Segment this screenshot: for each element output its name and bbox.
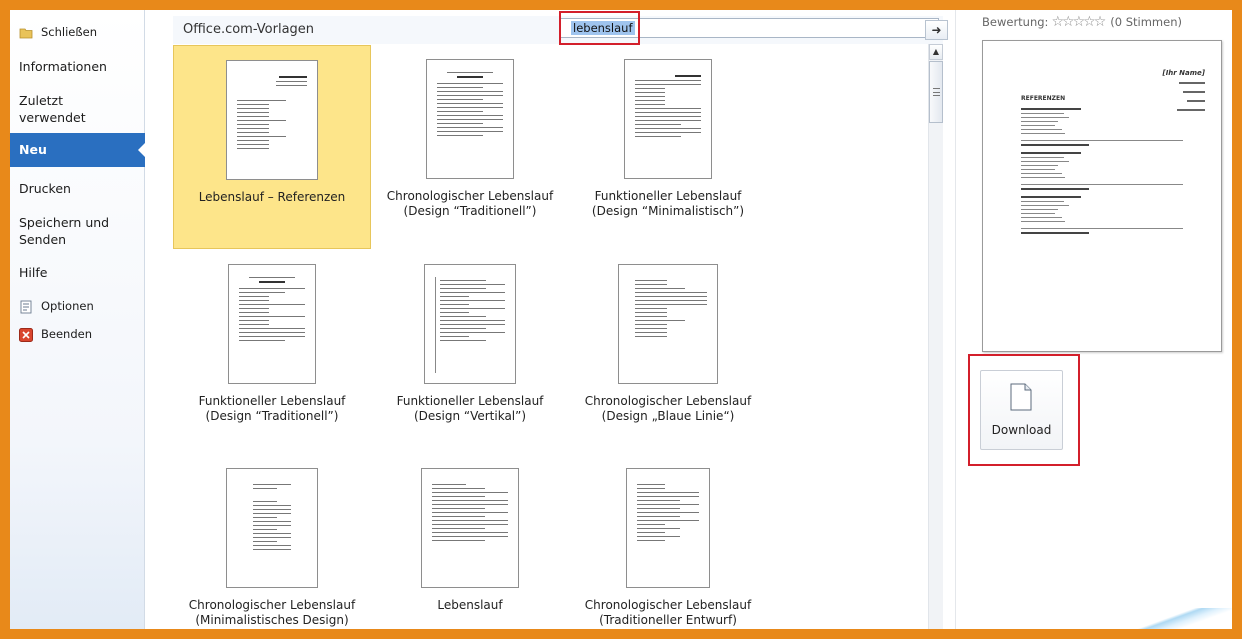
template-tile[interactable]: Funktioneller Lebenslauf (Design “Tradit… [173, 250, 371, 454]
template-gallery: Office.com-Vorlagen lebenslauf ➜ ▲ Leben… [145, 10, 955, 629]
template-name: Chronologischer Lebenslauf (Minimalistis… [188, 598, 356, 627]
nav-item-info[interactable]: Informationen [10, 58, 145, 75]
scroll-thumb[interactable] [929, 61, 943, 123]
template-name: Chronologischer Lebenslauf (Design “Trad… [386, 189, 554, 218]
template-thumbnail [618, 264, 718, 384]
nav-item-close[interactable]: Schließen [10, 24, 145, 41]
rating-votes: (0 Stimmen) [1110, 15, 1182, 29]
nav-item-options[interactable]: Optionen [10, 298, 145, 315]
template-thumbnail [424, 264, 516, 384]
template-tile[interactable]: Funktioneller Lebenslauf (Design “Vertik… [371, 250, 569, 454]
template-tile[interactable]: Chronologischer Lebenslauf (Traditionell… [569, 454, 767, 629]
star-empty-icon[interactable]: ☆ [1094, 14, 1107, 30]
template-search-input[interactable] [560, 18, 939, 38]
template-name: Lebenslauf [437, 598, 503, 612]
preview-heading: REFERENZEN [1021, 95, 1066, 102]
arrow-right-icon: ➜ [931, 23, 942, 37]
template-thumbnail [421, 468, 519, 588]
template-name: Funktioneller Lebenslauf (Design “Minima… [591, 189, 745, 218]
template-name: Chronologischer Lebenslauf (Traditionell… [584, 598, 752, 627]
download-button[interactable]: Download [980, 370, 1063, 450]
decorative-swoosh [1116, 608, 1232, 629]
template-tile[interactable]: Chronologischer Lebenslauf (Design „Blau… [569, 250, 767, 454]
rating-label: Bewertung: [982, 15, 1049, 29]
backstage-nav: Schließen Informationen Zuletzt verwende… [10, 10, 146, 629]
template-name: Funktioneller Lebenslauf (Design “Tradit… [198, 394, 346, 423]
gallery-header: Office.com-Vorlagen lebenslauf [173, 16, 943, 44]
nav-item-help[interactable]: Hilfe [10, 264, 145, 281]
gallery-scrollbar[interactable]: ▲ [928, 44, 943, 629]
nav-item-label: Schließen [41, 25, 97, 39]
template-tile[interactable]: Lebenslauf [371, 454, 569, 629]
template-tile[interactable]: Chronologischer Lebenslauf (Minimalistis… [173, 454, 371, 629]
gallery-title: Office.com-Vorlagen [183, 22, 315, 37]
nav-item-new[interactable]: Neu [10, 133, 146, 167]
exit-x-icon [19, 327, 33, 342]
template-thumbnail [226, 60, 318, 180]
download-label: Download [991, 423, 1052, 437]
template-tile[interactable]: Lebenslauf – Referenzen [173, 45, 371, 249]
preview-pane: Bewertung: ☆ ☆ ☆ ☆ ☆ (0 Stimmen) [Ihr Na… [955, 10, 1232, 629]
folder-icon [19, 26, 33, 40]
nav-item-save-send[interactable]: Speichern und Senden [10, 214, 120, 248]
nav-item-exit[interactable]: Beenden [10, 326, 145, 343]
grip-icon [933, 88, 940, 96]
template-thumbnail [624, 59, 712, 179]
template-name: Lebenslauf – Referenzen [198, 190, 346, 204]
document-icon [1010, 383, 1032, 411]
backstage-window: Schließen Informationen Zuletzt verwende… [10, 10, 1232, 629]
template-tile[interactable]: Chronologischer Lebenslauf (Design “Trad… [371, 45, 569, 249]
template-thumbnail [226, 468, 318, 588]
nav-item-label: Optionen [41, 299, 94, 313]
search-go-button[interactable]: ➜ [925, 20, 948, 40]
template-name: Funktioneller Lebenslauf (Design “Vertik… [396, 394, 544, 423]
template-thumbnail [426, 59, 514, 179]
rating: Bewertung: ☆ ☆ ☆ ☆ ☆ (0 Stimmen) [982, 14, 1182, 30]
template-thumbnail [626, 468, 710, 588]
nav-item-print[interactable]: Drucken [10, 180, 145, 197]
preview-text-lines [1021, 105, 1191, 237]
template-preview: [Ihr Name] REFERENZEN [982, 40, 1222, 352]
template-tile[interactable]: Funktioneller Lebenslauf (Design “Minima… [569, 45, 767, 249]
nav-item-label: Beenden [41, 327, 92, 341]
options-page-icon [19, 300, 33, 314]
template-thumbnail [228, 264, 316, 384]
scroll-up-arrow-icon[interactable]: ▲ [929, 44, 943, 60]
template-name: Chronologischer Lebenslauf (Design „Blau… [584, 394, 752, 423]
nav-item-recent[interactable]: Zuletzt verwendet [10, 92, 110, 126]
